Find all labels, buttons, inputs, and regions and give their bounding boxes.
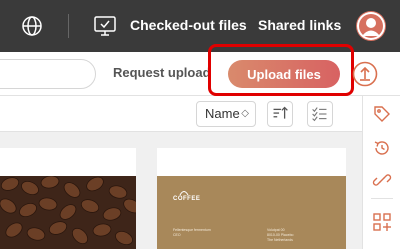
tag-icon[interactable] <box>372 104 392 124</box>
select-all-button[interactable] <box>307 101 333 127</box>
right-action-sidebar <box>362 96 400 249</box>
monitor-icon[interactable] <box>93 14 117 38</box>
upload-arrow-icon[interactable] <box>352 61 378 87</box>
link-icon[interactable] <box>372 170 392 190</box>
upload-files-button[interactable]: Upload files <box>228 60 340 88</box>
file-card-coffee-photo[interactable] <box>0 148 136 249</box>
view-controls-bar: Name ◇ <box>0 96 362 132</box>
sort-direction-icon <box>273 106 288 119</box>
sort-chevron-icon: ◇ <box>241 108 249 119</box>
add-widget-icon[interactable] <box>372 212 392 232</box>
globe-icon[interactable] <box>20 14 44 38</box>
coffee-beans-thumbnail <box>0 176 136 249</box>
card-brand-name: COFFEE <box>173 196 201 202</box>
nav-checked-out-files[interactable]: Checked-out files <box>130 17 247 33</box>
card-text-line: 8010-00 Placebo <box>267 233 294 237</box>
sort-by-select[interactable]: Name ◇ <box>196 101 256 127</box>
file-card-coffee-business-card[interactable]: COFFEE Fellentesque fermentum CEO Volutp… <box>157 148 346 249</box>
user-avatar[interactable] <box>356 11 386 41</box>
coffee-logo-icon <box>179 191 189 196</box>
search-input[interactable] <box>0 59 96 89</box>
file-toolbar: Request upload Upload files <box>0 52 400 96</box>
card-text-line: Volutpat 00 <box>267 228 285 232</box>
history-icon[interactable] <box>372 138 392 158</box>
request-upload-button[interactable]: Request upload <box>113 65 211 80</box>
business-card-thumbnail <box>157 176 346 249</box>
sort-by-value: Name <box>205 106 240 121</box>
card-text-line: Fellentesque fermentum <box>173 228 211 232</box>
user-avatar-icon <box>357 12 385 40</box>
sidebar-divider <box>371 198 393 199</box>
sort-direction-button[interactable] <box>267 101 293 127</box>
nav-shared-links[interactable]: Shared links <box>258 17 341 33</box>
select-all-icon <box>312 107 327 122</box>
card-text-line: CEO <box>173 233 181 237</box>
top-navigation-bar: Checked-out files Shared links <box>0 0 400 52</box>
card-text-line: The Netherlands <box>267 238 293 242</box>
coffee-beans-image <box>0 176 136 249</box>
nav-divider <box>68 14 69 38</box>
